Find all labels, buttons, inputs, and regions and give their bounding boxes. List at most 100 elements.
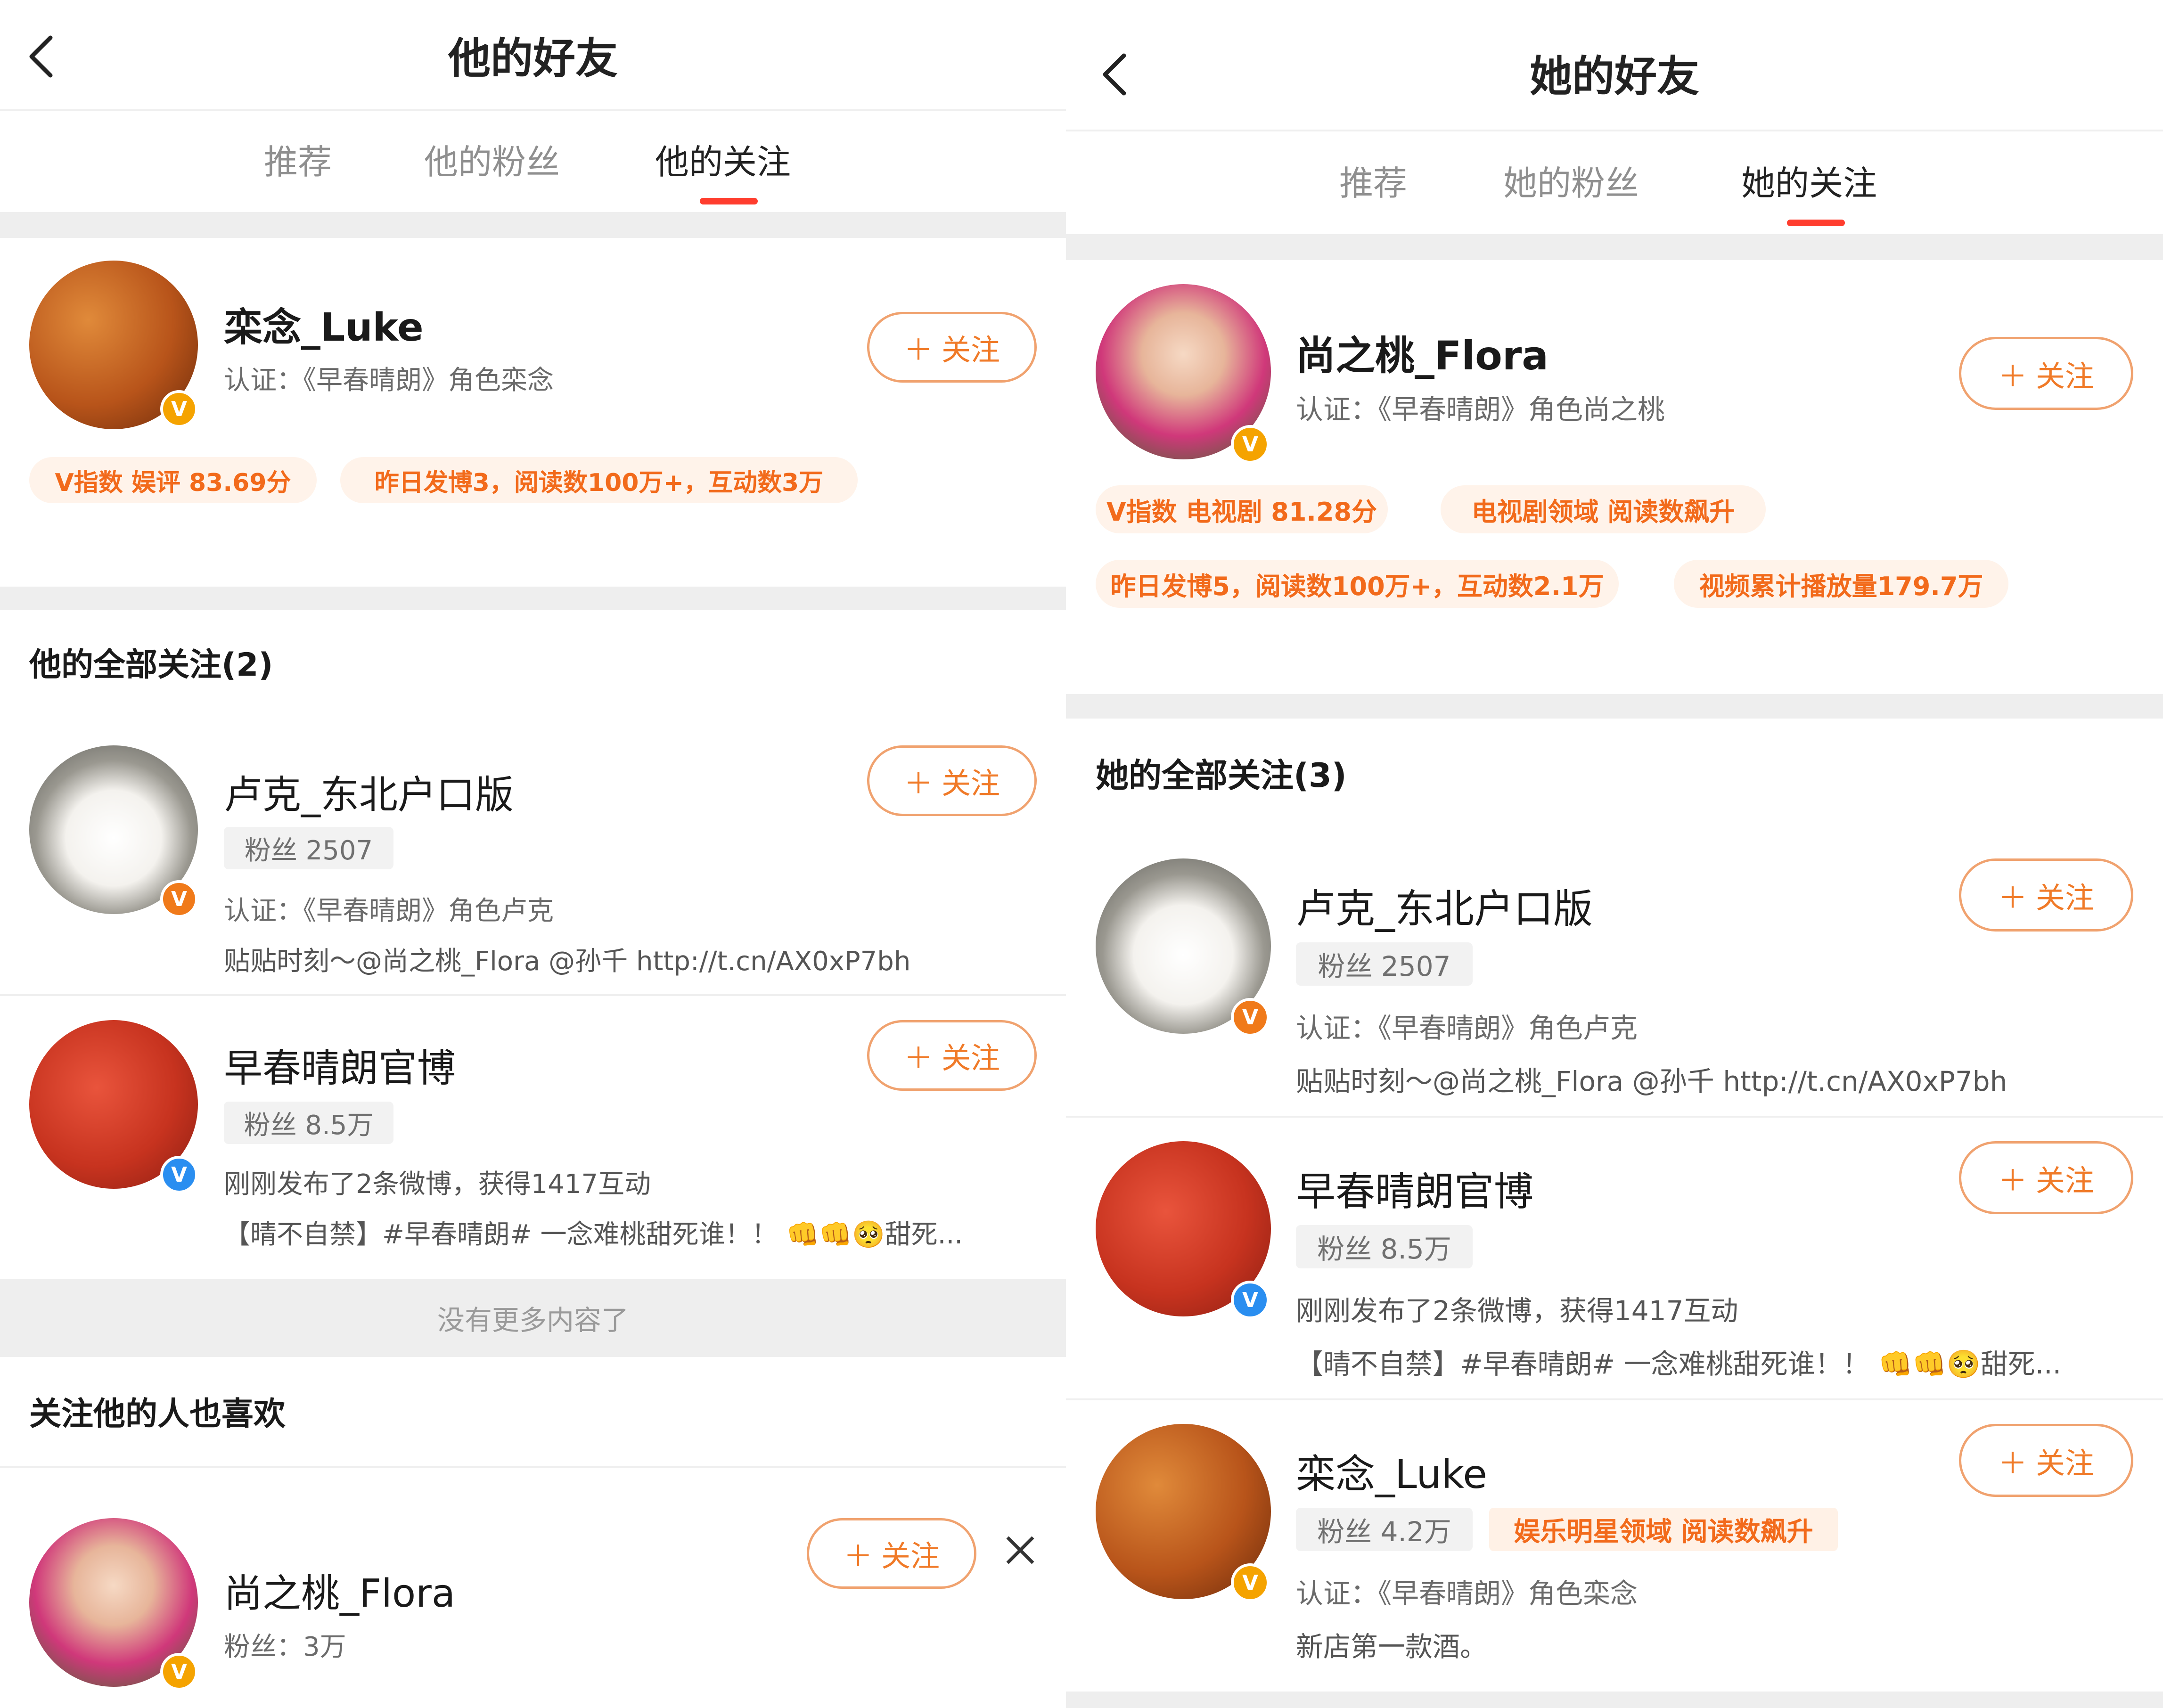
left-screen: 他的好友 推荐 他的粉丝 他的关注 V 栾念_Luke 认证：《早春晴朗》角色栾…: [0, 0, 1066, 1708]
certification-text: 认证：《早春晴朗》角色卢克: [224, 896, 554, 926]
user-name[interactable]: 卢克_东北户口版: [224, 763, 514, 819]
latest-post-text[interactable]: 贴贴时刻～@尚之桃_Flora @孙千 http://t.cn/AX0xP7bh: [224, 940, 910, 978]
plus-icon: ＋: [1998, 1163, 2027, 1198]
bottom-gap: [1066, 1692, 2163, 1708]
activity-tag[interactable]: 昨日发博5，阅读数100万+，互动数2.1万: [1096, 560, 1619, 608]
dismiss-button[interactable]: [1004, 1534, 1037, 1567]
section-gap: [0, 587, 1066, 610]
post-text: 【晴不自禁】#早春晴朗# 一念难桃甜死谁！！: [1296, 1348, 1870, 1380]
row-divider: [1066, 1116, 2163, 1118]
user-name[interactable]: 栾念_Luke: [224, 296, 424, 352]
page-title: 他的好友: [448, 34, 618, 83]
user-name[interactable]: 卢克_东北户口版: [1296, 877, 1593, 934]
plus-icon: ＋: [903, 333, 933, 367]
follow-label: 关注: [2036, 359, 2095, 393]
post-text-end: 甜死...: [1980, 1348, 2062, 1380]
close-icon: [1006, 1536, 1034, 1564]
trend-tag[interactable]: 电视剧领域 阅读数飙升: [1441, 485, 1766, 533]
trend-tag[interactable]: 娱乐明星领域 阅读数飙升: [1489, 1508, 1838, 1551]
latest-post-text[interactable]: 【晴不自禁】#早春晴朗# 一念难桃甜死谁！！ 👊👊🥺甜死...: [224, 1213, 963, 1251]
fans-count: 粉丝 2507: [224, 827, 393, 869]
follow-button[interactable]: ＋ 关注: [867, 745, 1037, 816]
header-divider: [0, 109, 1066, 111]
certification-text: 认证：《早春晴朗》角色栾念: [224, 365, 554, 396]
plus-icon: ＋: [903, 766, 933, 801]
certification-text: 认证：《早春晴朗》角色尚之桃: [1296, 393, 1665, 425]
plus-icon: ＋: [1998, 359, 2027, 393]
row-divider: [0, 1466, 1066, 1468]
follow-button[interactable]: ＋关注: [807, 1518, 976, 1589]
user-name[interactable]: 早春晴朗官博: [224, 1037, 456, 1093]
fans-count: 粉丝 8.5万: [1296, 1225, 1473, 1268]
verified-badge-icon: V: [160, 880, 198, 918]
section-gap: [1066, 694, 2163, 719]
follow-button[interactable]: ＋ 关注: [1959, 1141, 2133, 1214]
latest-post-text[interactable]: 【晴不自禁】#早春晴朗# 一念难桃甜死谁！！ 👊👊🥺甜死...: [1296, 1342, 2061, 1381]
fist-emoji-icon: 👊: [1878, 1348, 1913, 1380]
follow-label: 关注: [2036, 1446, 2095, 1480]
follow-label: 关注: [942, 333, 1000, 367]
activity-text: 刚刚发布了2条微博，获得1417互动: [1296, 1295, 1738, 1327]
plus-icon: ＋: [843, 1539, 873, 1573]
fans-count: 粉丝 4.2万: [1296, 1508, 1473, 1551]
certification-text: 认证：《早春晴朗》角色卢克: [1296, 1012, 1638, 1044]
section-gap: [1066, 234, 2163, 260]
tab-following[interactable]: 他的关注: [655, 134, 791, 184]
tab-fans[interactable]: 他的粉丝: [424, 134, 560, 184]
fans-count: 粉丝 8.5万: [224, 1102, 393, 1144]
follow-button[interactable]: ＋ 关注: [867, 312, 1037, 383]
section-gap: [0, 212, 1066, 238]
pleading-emoji-icon: 🥺: [852, 1219, 885, 1250]
post-text-end: 甜死...: [885, 1219, 963, 1250]
video-views-tag[interactable]: 视频累计播放量179.7万: [1674, 560, 2008, 608]
follow-button[interactable]: ＋ 关注: [1959, 337, 2133, 410]
follow-label: 关注: [942, 1041, 1000, 1075]
plus-icon: ＋: [1998, 1446, 2027, 1480]
recommend-title: 关注他的人也喜欢: [29, 1396, 286, 1433]
row-divider: [1066, 1398, 2163, 1400]
tab-recommend[interactable]: 推荐: [1339, 155, 1407, 205]
activity-tag[interactable]: 昨日发博3，阅读数100万+，互动数3万: [340, 457, 858, 503]
active-tab-indicator: [700, 198, 758, 204]
follow-label: 关注: [942, 766, 1000, 801]
fist-emoji-icon: 👊: [786, 1219, 819, 1250]
activity-text: 刚刚发布了2条微博，获得1417互动: [224, 1169, 651, 1200]
tab-recommend[interactable]: 推荐: [264, 134, 332, 184]
follow-button[interactable]: ＋ 关注: [867, 1020, 1037, 1091]
section-title: 她的全部关注(3): [1096, 756, 1347, 795]
verified-badge-icon: V: [160, 1156, 198, 1193]
tab-following[interactable]: 她的关注: [1741, 155, 1877, 205]
follow-label: 关注: [881, 1539, 940, 1573]
verified-badge-icon: V: [160, 390, 198, 428]
fist-emoji-icon: 👊: [819, 1219, 852, 1250]
user-name[interactable]: 栾念_Luke: [1296, 1443, 1487, 1500]
post-text: 【晴不自禁】#早春晴朗# 一念难桃甜死谁！！: [224, 1219, 778, 1250]
tab-fans[interactable]: 她的粉丝: [1503, 155, 1639, 205]
verified-badge-icon: V: [160, 1653, 198, 1691]
follow-button[interactable]: ＋ 关注: [1959, 858, 2133, 932]
plus-icon: ＋: [1998, 880, 2027, 915]
fist-emoji-icon: 👊: [1912, 1348, 1947, 1380]
verified-badge-icon: V: [1231, 1563, 1270, 1602]
section-title: 他的全部关注(2): [29, 646, 273, 684]
plus-icon: ＋: [903, 1041, 933, 1075]
page-title: 她的好友: [1530, 52, 1699, 101]
verified-badge-icon: V: [1231, 425, 1270, 464]
pleading-emoji-icon: 🥺: [1946, 1348, 1981, 1380]
latest-post-text[interactable]: 新店第一款酒。: [1296, 1625, 1487, 1664]
follow-button[interactable]: ＋ 关注: [1959, 1424, 2133, 1497]
v-index-tag[interactable]: V指数 电视剧 81.28分: [1096, 485, 1388, 533]
latest-post-text[interactable]: 贴贴时刻～@尚之桃_Flora @孙千 http://t.cn/AX0xP7bh: [1296, 1059, 2007, 1099]
fans-count: 粉丝：3万: [224, 1632, 346, 1662]
verified-badge-icon: V: [1231, 1281, 1270, 1319]
no-more-text: 没有更多内容了: [437, 1304, 629, 1336]
user-name[interactable]: 尚之桃_Flora: [224, 1562, 455, 1618]
follow-label: 关注: [2036, 880, 2095, 915]
v-index-tag[interactable]: V指数 娱评 83.69分: [29, 457, 317, 503]
user-name[interactable]: 早春晴朗官博: [1296, 1160, 1533, 1217]
follow-label: 关注: [2036, 1163, 2095, 1198]
user-name[interactable]: 尚之桃_Flora: [1296, 324, 1549, 381]
verified-badge-icon: V: [1231, 998, 1270, 1037]
active-tab-indicator: [1787, 220, 1845, 226]
certification-text: 认证：《早春晴朗》角色栾念: [1296, 1577, 1638, 1610]
